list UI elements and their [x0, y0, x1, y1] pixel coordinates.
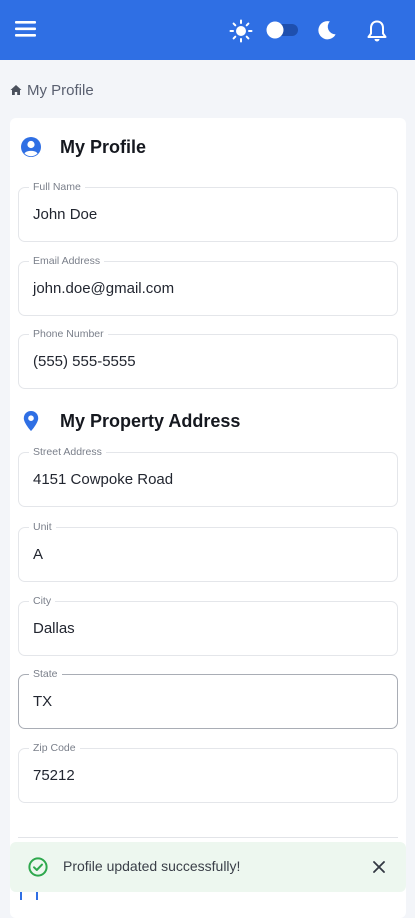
state-field[interactable]: State TX [18, 667, 398, 729]
unit-value: A [33, 546, 44, 563]
city-field[interactable]: City Dallas [18, 594, 398, 656]
zip-code-value: 75212 [33, 767, 75, 784]
section-divider [18, 837, 398, 838]
top-app-bar [0, 0, 415, 60]
bell-icon[interactable] [366, 19, 388, 43]
street-address-value: 4151 Cowpoke Road [33, 471, 174, 488]
street-address-field[interactable]: Street Address 4151 Cowpoke Road [18, 445, 398, 507]
city-value: Dallas [33, 620, 75, 637]
full-name-value: John Doe [33, 206, 98, 223]
toast-message: Profile updated successfully! [63, 858, 241, 874]
unit-field[interactable]: Unit A [18, 520, 398, 582]
email-value: john.doe@gmail.com [33, 280, 175, 297]
close-icon[interactable] [373, 861, 385, 873]
zip-code-field[interactable]: Zip Code 75212 [18, 741, 398, 803]
location-pin-icon [23, 411, 39, 431]
phone-label: Phone Number [29, 327, 108, 341]
street-address-label: Street Address [29, 445, 106, 459]
check-circle-icon [28, 857, 48, 877]
full-name-label: Full Name [29, 180, 85, 194]
email-label: Email Address [29, 254, 105, 268]
phone-field[interactable]: Phone Number (555) 555-5555 [18, 327, 398, 389]
sun-icon[interactable] [229, 19, 253, 43]
address-section-header: My Property Address [20, 410, 240, 432]
success-toast: Profile updated successfully! [10, 842, 406, 892]
city-label: City [29, 594, 56, 608]
unit-label: Unit [29, 520, 56, 534]
breadcrumb: My Profile [10, 80, 94, 100]
full-name-field[interactable]: Full Name John Doe [18, 180, 398, 242]
email-field[interactable]: Email Address john.doe@gmail.com [18, 254, 398, 316]
profile-section-header: My Profile [20, 136, 146, 158]
address-section-title: My Property Address [60, 411, 241, 431]
breadcrumb-current: My Profile [27, 81, 94, 99]
theme-toggle[interactable] [265, 20, 299, 40]
phone-value: (555) 555-5555 [33, 353, 136, 370]
state-value: TX [33, 693, 53, 710]
state-label: State [29, 667, 62, 681]
user-circle-icon [21, 137, 41, 157]
home-icon[interactable] [10, 84, 22, 96]
profile-section-title: My Profile [60, 137, 147, 157]
menu-icon[interactable] [15, 20, 37, 38]
zip-code-label: Zip Code [29, 741, 80, 755]
moon-icon[interactable] [315, 19, 338, 42]
close-toast-button[interactable] [368, 856, 390, 878]
